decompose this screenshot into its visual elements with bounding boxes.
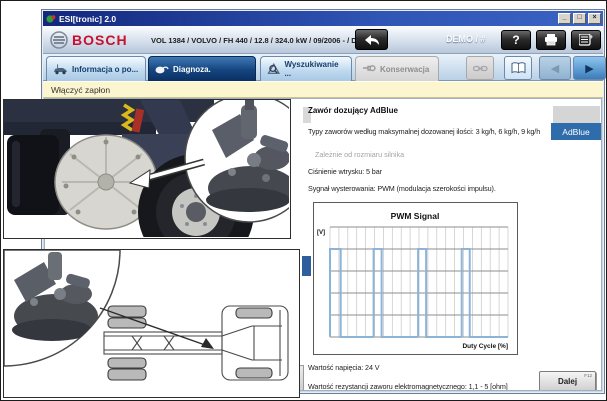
bosch-logo: BOSCH <box>72 32 128 48</box>
resistance-line: Wartość rezystancji zaworu elektromagnet… <box>308 382 508 391</box>
maximize-button[interactable]: □ <box>573 13 586 24</box>
prev-page-button: ◀ <box>539 56 571 80</box>
vehicle-info: VOL 1384 / VOLVO / FH 440 / 12.8 / 324.0… <box>151 36 383 45</box>
tab-bar: i Informacja o po... Diagnoza. Wyszukiwa… <box>43 54 606 81</box>
window-title: ESI[tronic] 2.0 <box>59 13 117 24</box>
menu-list-button[interactable]: + <box>571 30 601 50</box>
bosch-anchor-icon <box>50 31 68 49</box>
screenshot-stage: ESI[tronic] 2.0 _ □ × BOSCH VOL 1384 / V… <box>0 0 607 401</box>
adblue-highlight[interactable]: AdBlue <box>551 123 601 140</box>
car-info-icon: i <box>54 64 67 74</box>
tab-informacja[interactable]: i Informacja o po... <box>46 56 146 81</box>
tab-label: Informacja o po... <box>72 64 139 74</box>
chart-title: PWM Signal <box>391 211 440 221</box>
chart-ylabel: [V] <box>317 230 325 236</box>
tab-diagnoza[interactable]: Diagnoza. <box>148 56 256 81</box>
scrollbar-thumb[interactable] <box>302 256 311 276</box>
voltage-line: Wartość napięcia: 24 V <box>308 363 380 372</box>
tab-label: Konserwacja <box>380 64 430 74</box>
demo-label: DEMO / # <box>446 34 486 44</box>
app-icon <box>46 14 56 23</box>
tab-konserwacja: Konserwacja <box>355 56 439 81</box>
chassis-topview-illustration <box>4 250 298 396</box>
valve-types-line: Typy zaworów według maksymalnej dozowane… <box>308 127 541 136</box>
minimize-button[interactable]: _ <box>558 13 571 24</box>
manual-book-button[interactable] <box>504 56 532 80</box>
link-button-disabled <box>466 56 494 80</box>
diagram-panel-location <box>3 249 300 398</box>
svg-text:+: + <box>590 35 594 41</box>
help-button[interactable]: ? <box>501 30 531 50</box>
open-book-icon <box>511 62 525 74</box>
list-plus-icon: + <box>579 34 593 46</box>
instruction-bar: Włączyć zapłon <box>43 81 603 98</box>
link-icon <box>472 65 488 71</box>
instruction-text: Włączyć zapłon <box>51 84 111 95</box>
header-bar: BOSCH VOL 1384 / VOLVO / FH 440 / 12.8 /… <box>43 26 603 54</box>
chevron-left-icon: ◀ <box>550 62 560 75</box>
search-warning-icon <box>267 63 281 74</box>
pwm-chart-svg: PWM Signal [V] Duty Cycle [%] <box>317 211 509 350</box>
diagnosis-icon <box>155 66 169 73</box>
tab-label: Wyszukiwanie ... <box>284 60 339 78</box>
pressure-line: Ciśnienie wtrysku: 5 bar <box>308 167 382 176</box>
back-button[interactable] <box>355 29 388 50</box>
close-button[interactable]: × <box>588 13 601 24</box>
chart-xlabel: Duty Cycle [%] <box>462 343 508 350</box>
next-step-label: Dalej <box>557 377 578 386</box>
chassis-photo-illustration <box>4 100 289 237</box>
photo-panel-chassis <box>3 99 291 239</box>
pwm-chart: PWM Signal [V] Duty Cycle [%] <box>313 202 518 355</box>
article-title: Zawór dozujący AdBlue <box>308 106 398 115</box>
maintenance-wrench-icon <box>363 65 376 72</box>
tab-wyszukiwanie[interactable]: Wyszukiwanie ... <box>260 56 352 81</box>
chevron-right-icon: ▶ <box>585 62 594 75</box>
f12-key-hint: F12 <box>584 373 592 378</box>
next-page-button[interactable]: ▶ <box>573 56 606 80</box>
print-button[interactable] <box>536 30 566 50</box>
signal-line: Sygnał wysterowania: PWM (modulacja szer… <box>308 184 496 193</box>
return-arrow-icon <box>364 34 379 45</box>
title-bar: ESI[tronic] 2.0 _ □ × <box>43 11 603 26</box>
next-step-button[interactable]: Dalej F12 <box>539 371 596 390</box>
printer-icon <box>545 34 557 46</box>
adblue-popup-box <box>553 106 600 123</box>
engine-note-line: Zależnie od rozmiaru silnika <box>315 150 405 159</box>
tab-label: Diagnoza. <box>173 64 211 74</box>
